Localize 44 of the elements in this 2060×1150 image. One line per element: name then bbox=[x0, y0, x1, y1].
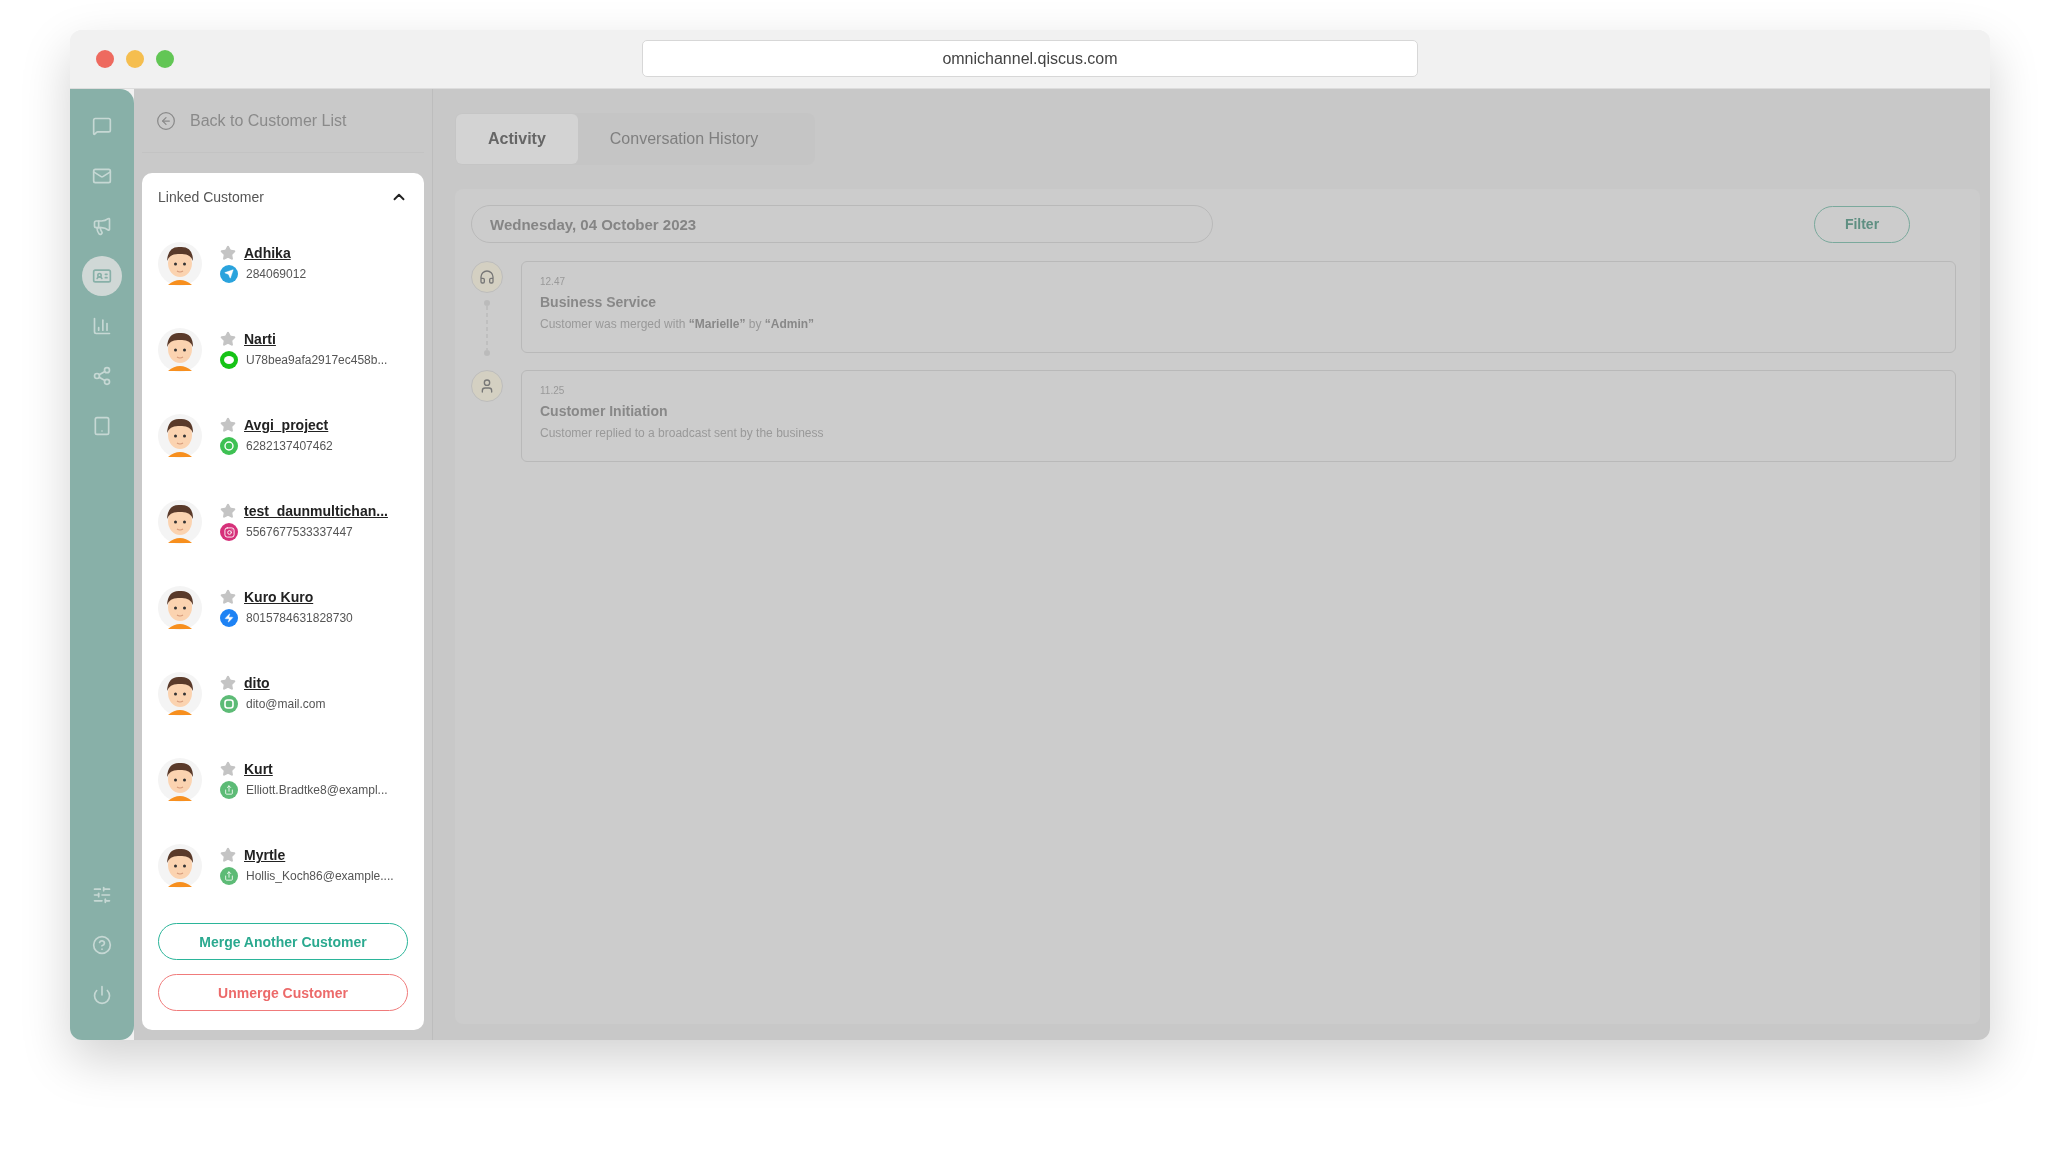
avatar-drawing bbox=[158, 757, 202, 803]
avatar-drawing bbox=[158, 327, 202, 373]
minimize-icon[interactable] bbox=[126, 50, 144, 68]
activity-title: Business Service bbox=[540, 294, 657, 310]
customer-id: dito@mail.com bbox=[246, 697, 326, 711]
customer-id: Hollis_Koch86@example.... bbox=[246, 869, 394, 883]
star-icon[interactable] bbox=[220, 503, 236, 519]
customer-id: Elliott.Bradtke8@exampl... bbox=[246, 783, 388, 797]
star-icon[interactable] bbox=[220, 847, 236, 863]
star-icon[interactable] bbox=[220, 245, 236, 261]
customer-name[interactable]: Adhika bbox=[244, 245, 291, 261]
avatar-drawing bbox=[158, 413, 202, 459]
avatar-drawing bbox=[158, 499, 202, 545]
customer-name[interactable]: Avgi_project bbox=[244, 417, 329, 433]
address-bar[interactable]: omnichannel.qiscus.com bbox=[642, 40, 1418, 77]
avatar-drawing bbox=[158, 241, 202, 287]
customer-name[interactable]: Myrtle bbox=[244, 847, 286, 863]
customer-id: 8015784631828730 bbox=[246, 611, 353, 625]
close-icon[interactable] bbox=[96, 50, 114, 68]
star-icon[interactable] bbox=[220, 589, 236, 605]
contacts-icon[interactable] bbox=[82, 256, 122, 296]
activity-title: Customer Initiation bbox=[540, 403, 669, 419]
customer-name[interactable]: dito bbox=[244, 675, 270, 691]
customer-name[interactable]: Narti bbox=[244, 331, 276, 347]
back-icon[interactable] bbox=[156, 110, 176, 131]
star-icon[interactable] bbox=[220, 417, 236, 433]
tab[interactable]: Activity bbox=[456, 114, 578, 164]
customer-id: 5567677533337447 bbox=[246, 525, 353, 539]
maximize-icon[interactable] bbox=[156, 50, 174, 68]
user-icon bbox=[471, 370, 503, 402]
star-icon[interactable] bbox=[220, 675, 236, 691]
avatar-drawing bbox=[158, 671, 202, 717]
card-title: Linked Customer bbox=[158, 189, 264, 205]
customer-id: 284069012 bbox=[246, 267, 307, 281]
avatar-drawing bbox=[158, 843, 202, 889]
customer-name[interactable]: Kuro Kuro bbox=[244, 589, 314, 605]
headset-icon bbox=[471, 261, 503, 293]
star-icon[interactable] bbox=[220, 761, 236, 777]
customer-id: 6282137407462 bbox=[246, 439, 333, 453]
avatar-drawing bbox=[158, 585, 202, 631]
customer-name[interactable]: Kurt bbox=[244, 761, 273, 777]
customer-name[interactable]: test_daunmultichan... bbox=[244, 503, 388, 519]
star-icon[interactable] bbox=[220, 331, 236, 347]
customer-id: U78bea9afa2917ec458b... bbox=[246, 353, 388, 367]
